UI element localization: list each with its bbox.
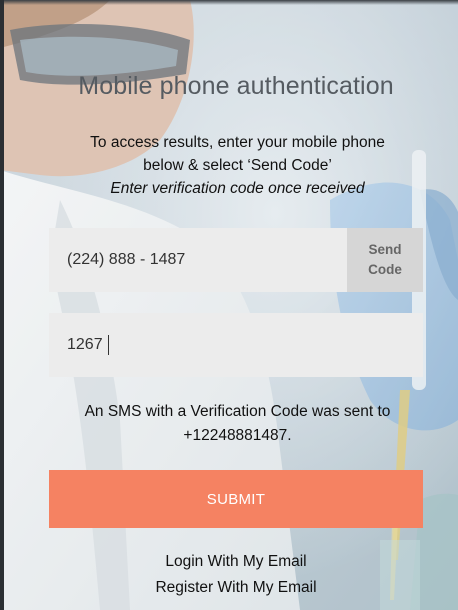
page-title: Mobile phone authentication — [78, 72, 394, 100]
verification-code-input[interactable] — [49, 313, 423, 377]
instructions-line-3: Enter verification code once received — [110, 180, 365, 197]
send-code-label-line-2: Code — [368, 262, 402, 277]
instructions-line-2: below & select ‘Send Code’ — [143, 157, 332, 174]
sms-sent-phone-number: +12248881487. — [183, 427, 292, 444]
phone-input[interactable] — [49, 228, 347, 292]
auth-screen: Mobile phone authentication To access re… — [0, 0, 458, 610]
sms-sent-message: An SMS with a Verification Code was sent… — [40, 400, 435, 448]
submit-button[interactable]: SUBMIT — [49, 470, 423, 528]
login-with-email-link[interactable]: Login With My Email — [100, 553, 372, 571]
register-with-email-link[interactable]: Register With My Email — [100, 579, 372, 597]
instructions: To access results, enter your mobile pho… — [40, 131, 435, 200]
auth-form: Mobile phone authentication To access re… — [0, 0, 458, 610]
sms-sent-message-line-1: An SMS with a Verification Code was sent… — [84, 403, 391, 420]
text-cursor — [108, 335, 109, 355]
instructions-line-1: To access results, enter your mobile pho… — [90, 134, 385, 151]
send-code-button[interactable]: Send Code — [347, 228, 423, 292]
send-code-label-line-1: Send — [368, 242, 402, 257]
phone-row: Send Code — [49, 228, 423, 292]
